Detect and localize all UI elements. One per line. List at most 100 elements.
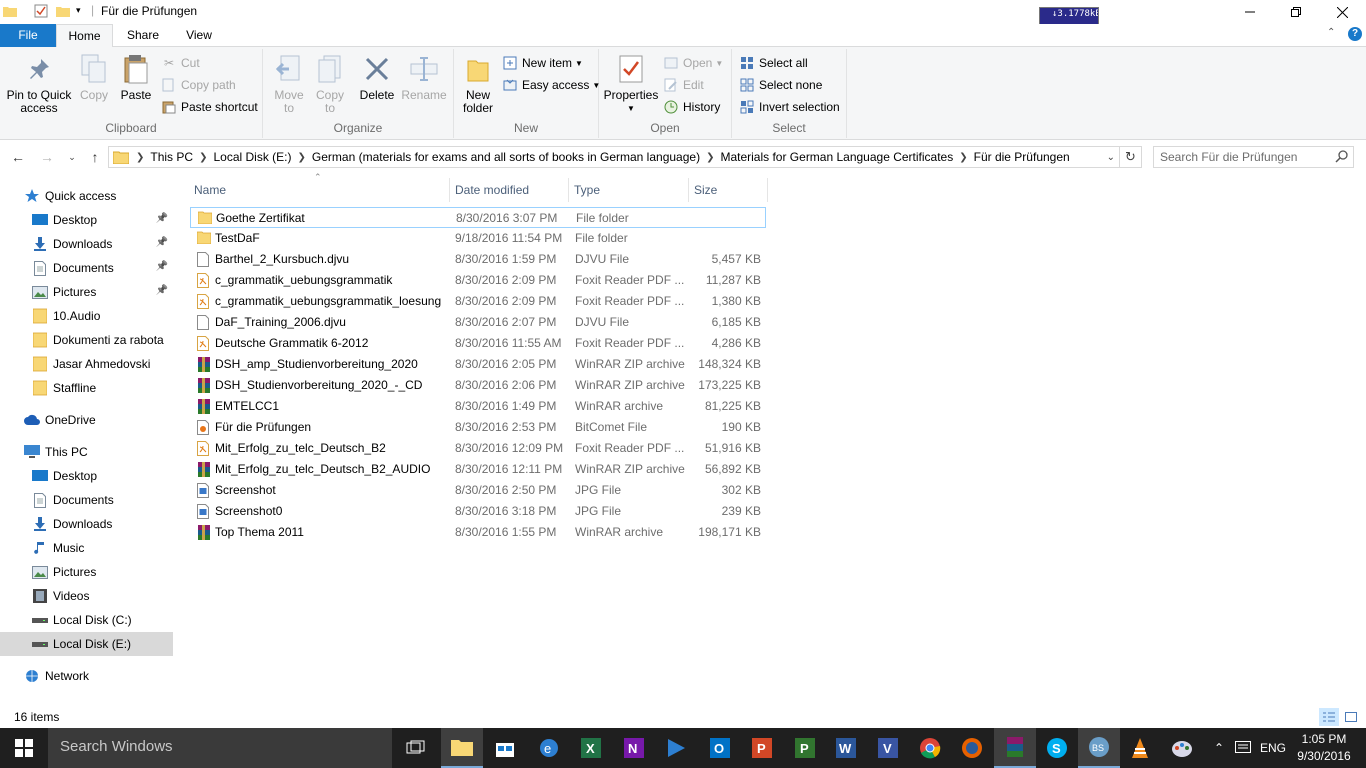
help-icon[interactable]: ? bbox=[1348, 27, 1362, 41]
file-explorer-icon[interactable] bbox=[441, 728, 483, 768]
nav-pc-item[interactable]: Local Disk (E:) bbox=[0, 632, 173, 656]
media-player-icon[interactable] bbox=[655, 728, 697, 768]
collapse-ribbon-icon[interactable]: ⌃ bbox=[1327, 27, 1335, 38]
edit-button[interactable]: Edit bbox=[663, 75, 704, 95]
edge-icon[interactable]: e bbox=[528, 728, 570, 768]
nav-pc-item[interactable]: Local Disk (C:) bbox=[0, 608, 173, 632]
file-row[interactable]: c_grammatik_uebungsgrammatik 8/30/2016 2:… bbox=[190, 270, 766, 291]
nav-quick-item[interactable]: Staffline bbox=[0, 376, 173, 400]
nav-pc-item[interactable]: Documents bbox=[0, 488, 173, 512]
firefox-icon[interactable] bbox=[951, 728, 993, 768]
nav-quick-item[interactable]: Dokumenti za rabota bbox=[0, 328, 173, 352]
paste-button[interactable]: Paste bbox=[116, 53, 156, 102]
restore-button[interactable] bbox=[1273, 0, 1319, 24]
recent-locations-button[interactable]: ⌄ bbox=[62, 147, 82, 167]
nav-quick-item[interactable]: Desktop 📌 bbox=[0, 208, 173, 232]
file-row[interactable]: Barthel_2_Kursbuch.djvu 8/30/2016 1:59 PM… bbox=[190, 249, 766, 270]
copy-button[interactable]: Copy bbox=[76, 53, 112, 102]
nav-quick-item[interactable]: Downloads 📌 bbox=[0, 232, 173, 256]
breadcrumb-german[interactable]: German (materials for exams and all sort… bbox=[307, 150, 705, 164]
file-row[interactable]: Top Thema 2011 8/30/2016 1:55 PM WinRAR ar… bbox=[190, 522, 766, 543]
file-row[interactable]: EMTELCC1 8/30/2016 1:49 PM WinRAR archive 8… bbox=[190, 396, 766, 417]
file-row[interactable]: c_grammatik_uebungsgrammatik_loesung 8/30… bbox=[190, 291, 766, 312]
skype-icon[interactable]: S bbox=[1036, 728, 1078, 768]
word-icon[interactable]: W bbox=[825, 728, 867, 768]
details-view-button[interactable] bbox=[1319, 708, 1339, 726]
breadcrumb-this-pc[interactable]: This PC bbox=[145, 150, 198, 164]
breadcrumb-current[interactable]: Für die Prüfungen bbox=[969, 150, 1075, 164]
column-header-date[interactable]: Date modified bbox=[451, 178, 569, 202]
excel-icon[interactable]: X bbox=[570, 728, 612, 768]
invert-selection-button[interactable]: Invert selection bbox=[739, 97, 840, 117]
clock[interactable]: 1:05 PM 9/30/2016 bbox=[1296, 731, 1352, 765]
file-row[interactable]: Goethe Zertifikat 8/30/2016 3:07 PM File f… bbox=[190, 207, 766, 228]
paste-shortcut-button[interactable]: Paste shortcut bbox=[161, 97, 258, 117]
file-row[interactable]: DSH_Studienvorbereitung_2020_-_CD 8/30/20… bbox=[190, 375, 766, 396]
new-folder-button[interactable]: New folder bbox=[460, 53, 496, 115]
winrar-taskbar-icon[interactable] bbox=[994, 728, 1036, 768]
nav-quick-item[interactable]: Jasar Ahmedovski bbox=[0, 352, 173, 376]
nav-quick-access[interactable]: Quick access bbox=[0, 184, 173, 208]
delete-button[interactable]: Delete bbox=[357, 53, 397, 102]
nav-network[interactable]: Network bbox=[0, 664, 173, 688]
breadcrumb-materials[interactable]: Materials for German Language Certificat… bbox=[715, 150, 958, 164]
move-to-button[interactable]: Move to bbox=[269, 53, 309, 115]
project-icon[interactable]: P bbox=[784, 728, 826, 768]
store-icon[interactable] bbox=[484, 728, 526, 768]
bitcomet-icon[interactable]: BS bbox=[1078, 728, 1120, 768]
new-item-button[interactable]: New item ▼ bbox=[502, 53, 583, 73]
properties-icon[interactable] bbox=[34, 4, 48, 18]
taskbar-search-input[interactable]: Search Windows bbox=[48, 728, 392, 768]
nav-pc-item[interactable]: Pictures bbox=[0, 560, 173, 584]
refresh-button[interactable]: ↻ bbox=[1120, 146, 1142, 168]
file-row[interactable]: Deutsche Grammatik 6-2012 8/30/2016 11:55… bbox=[190, 333, 766, 354]
file-row[interactable]: DaF_Training_2006.djvu 8/30/2016 2:07 PM D… bbox=[190, 312, 766, 333]
nav-quick-item[interactable]: 10.Audio bbox=[0, 304, 173, 328]
file-row[interactable]: Mit_Erfolg_zu_telc_Deutsch_B2_AUDIO 8/30/… bbox=[190, 459, 766, 480]
column-header-type[interactable]: Type bbox=[570, 178, 689, 202]
column-header-name[interactable]: Name bbox=[190, 178, 450, 202]
copy-to-button[interactable]: Copy to bbox=[311, 53, 349, 115]
file-row[interactable]: TestDaF 9/18/2016 11:54 PM File folder bbox=[190, 228, 766, 249]
file-row[interactable]: Screenshot 8/30/2016 2:50 PM JPG File 302 K… bbox=[190, 480, 766, 501]
file-row[interactable]: Screenshot0 8/30/2016 3:18 PM JPG File 239 … bbox=[190, 501, 766, 522]
nav-pc-item[interactable]: Desktop bbox=[0, 464, 173, 488]
tab-file[interactable]: File bbox=[0, 24, 56, 47]
rename-button[interactable]: Rename bbox=[401, 53, 447, 102]
pin-to-quick-access-button[interactable]: Pin to Quick access bbox=[4, 53, 74, 115]
visio-icon[interactable]: V bbox=[867, 728, 909, 768]
nav-pc-item[interactable]: Videos bbox=[0, 584, 173, 608]
address-dropdown-icon[interactable]: ⌄ bbox=[1107, 152, 1115, 163]
file-row[interactable]: Für die Prüfungen 8/30/2016 2:53 PM BitCom… bbox=[190, 417, 766, 438]
powerpoint-icon[interactable]: P bbox=[741, 728, 783, 768]
easy-access-button[interactable]: Easy access ▼ bbox=[502, 75, 600, 95]
forward-button[interactable]: → bbox=[37, 147, 57, 167]
address-bar[interactable]: ❯ This PC ❯ Local Disk (E:) ❯ German (ma… bbox=[108, 146, 1120, 168]
minimize-button[interactable] bbox=[1227, 0, 1273, 24]
nav-pc-item[interactable]: Music bbox=[0, 536, 173, 560]
tab-view[interactable]: View bbox=[176, 24, 222, 47]
history-button[interactable]: History bbox=[663, 97, 720, 117]
cut-button[interactable]: ✂ Cut bbox=[161, 53, 200, 73]
new-folder-icon[interactable] bbox=[56, 4, 70, 18]
tray-chevron-icon[interactable]: ⌃ bbox=[1208, 728, 1230, 768]
copy-path-button[interactable]: Copy path bbox=[161, 75, 236, 95]
outlook-icon[interactable]: O bbox=[699, 728, 741, 768]
tab-home[interactable]: Home bbox=[56, 24, 113, 48]
start-button[interactable] bbox=[0, 728, 48, 768]
task-view-icon[interactable] bbox=[395, 728, 437, 768]
back-button[interactable]: ← bbox=[8, 147, 28, 167]
nav-pc-item[interactable]: Downloads bbox=[0, 512, 173, 536]
open-button[interactable]: Open ▼ bbox=[663, 53, 723, 73]
nav-onedrive[interactable]: OneDrive bbox=[0, 408, 173, 432]
close-button[interactable] bbox=[1319, 0, 1365, 24]
up-button[interactable]: ↑ bbox=[85, 147, 105, 167]
select-none-button[interactable]: Select none bbox=[739, 75, 822, 95]
onenote-icon[interactable]: N bbox=[613, 728, 655, 768]
properties-button[interactable]: Properties ▼ bbox=[603, 53, 659, 115]
file-row[interactable]: Mit_Erfolg_zu_telc_Deutsch_B2 8/30/2016 1… bbox=[190, 438, 766, 459]
nav-quick-item[interactable]: Documents 📌 bbox=[0, 256, 173, 280]
paint-icon[interactable] bbox=[1161, 728, 1203, 768]
nav-quick-item[interactable]: Pictures 📌 bbox=[0, 280, 173, 304]
column-header-size[interactable]: Size bbox=[690, 178, 768, 202]
